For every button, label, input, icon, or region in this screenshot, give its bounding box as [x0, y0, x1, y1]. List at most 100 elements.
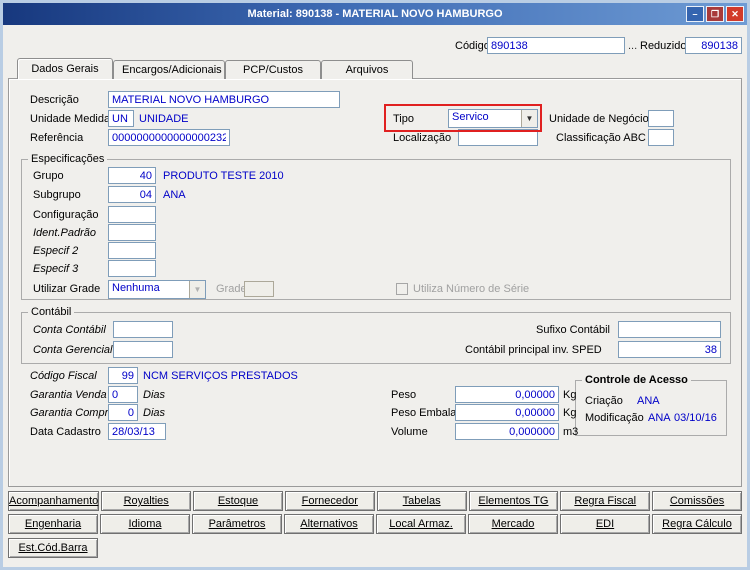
garantia-venda-input[interactable]: [108, 386, 138, 403]
grade-label: Grade: [216, 283, 247, 295]
conta-gerencial-input[interactable]: [113, 341, 173, 358]
localizacao-input[interactable]: [458, 129, 538, 146]
conta-contabil-input[interactable]: [113, 321, 173, 338]
classificacao-abc-label: Classificação ABC: [556, 132, 646, 144]
subgrupo-desc: ANA: [163, 189, 186, 201]
criacao-label: Criação: [585, 395, 623, 407]
maximize-icon[interactable]: ❐: [706, 6, 724, 22]
peso-embalagem-unit: Kg: [563, 407, 577, 419]
acompanhamento-button[interactable]: Acompanhamento: [8, 491, 100, 511]
descricao-label: Descrição: [30, 94, 79, 106]
regra-fiscal-button[interactable]: Regra Fiscal: [560, 491, 651, 511]
window-title: Material: 890138 - MATERIAL NOVO HAMBURG…: [247, 8, 503, 20]
unidade-medida-input[interactable]: [108, 110, 134, 127]
especif2-label: Especif 2: [33, 245, 79, 257]
tab-pcp-custos[interactable]: PCP/Custos: [225, 60, 321, 79]
tipo-label: Tipo: [393, 113, 414, 125]
configuracao-input[interactable]: [108, 206, 156, 223]
ident-padrao-label: Ident.Padrão: [33, 227, 96, 239]
alternativos-button[interactable]: Alternativos: [284, 514, 374, 534]
especif3-label: Especif 3: [33, 263, 79, 275]
reduzido-input[interactable]: [685, 37, 742, 54]
unidade-medida-label: Unidade Medida: [30, 113, 111, 125]
volume-label: Volume: [391, 426, 428, 438]
codigo-fiscal-desc: NCM SERVIÇOS PRESTADOS: [143, 370, 298, 382]
classificacao-abc-input[interactable]: [648, 129, 674, 146]
referencia-label: Referência: [30, 132, 84, 144]
fornecedor-button[interactable]: Fornecedor: [284, 491, 375, 511]
utilizar-grade-select[interactable]: Nenhuma ▼: [108, 280, 206, 299]
tab-encargos-adicionais[interactable]: Encargos/Adicionais: [113, 60, 225, 79]
modificacao-date: 03/10/16: [674, 412, 717, 424]
chevron-down-icon: ▼: [189, 281, 205, 298]
tabelas-button[interactable]: Tabelas: [376, 491, 467, 511]
elementos-tg-button[interactable]: Elementos TG: [468, 491, 559, 511]
garantia-venda-unit: Dias: [143, 389, 166, 401]
especif2-input[interactable]: [108, 242, 156, 259]
subgrupo-input[interactable]: [108, 186, 156, 203]
volume-input[interactable]: [455, 423, 559, 440]
contabil-sped-input[interactable]: [618, 341, 721, 358]
mercado-button[interactable]: Mercado: [468, 514, 558, 534]
utilizar-grade-label: Utilizar Grade: [33, 283, 101, 295]
engenharia-button[interactable]: Engenharia: [8, 514, 98, 534]
grupo-input[interactable]: [108, 167, 156, 184]
tipo-value: Servico: [452, 111, 489, 123]
especif3-input[interactable]: [108, 260, 156, 277]
chevron-down-icon: ▼: [521, 110, 537, 127]
browse-button[interactable]: ...: [628, 40, 637, 52]
minimize-icon[interactable]: –: [686, 6, 704, 22]
sufixo-contabil-label: Sufixo Contábil: [536, 324, 610, 336]
tab-arquivos[interactable]: Arquivos: [321, 60, 413, 79]
edi-button[interactable]: EDI: [560, 514, 650, 534]
garantia-compra-label: Garantia Compra: [30, 407, 115, 419]
criacao-value: ANA: [637, 395, 660, 407]
data-cadastro-input[interactable]: [108, 423, 166, 440]
local-armaz-button[interactable]: Local Armaz.: [376, 514, 466, 534]
peso-input[interactable]: [455, 386, 559, 403]
subgrupo-label: Subgrupo: [33, 189, 81, 201]
data-cadastro-label: Data Cadastro: [30, 426, 101, 438]
unidade-medida-desc: UNIDADE: [139, 113, 189, 125]
localizacao-label: Localização: [393, 132, 452, 144]
idioma-button[interactable]: Idioma: [100, 514, 190, 534]
button-row-1: Acompanhamento Royalties Estoque Fornece…: [8, 491, 742, 511]
close-icon[interactable]: ✕: [726, 6, 744, 22]
contabil-legend: Contábil: [31, 306, 72, 318]
codigo-fiscal-input[interactable]: [108, 367, 138, 384]
unidade-negocio-input[interactable]: [648, 110, 674, 127]
modificacao-value: ANA: [648, 412, 671, 424]
parametros-button[interactable]: Parâmetros: [192, 514, 282, 534]
est-cod-barra-button[interactable]: Est.Cód.Barra: [8, 538, 98, 558]
especificacoes-legend: Especificações: [31, 153, 105, 165]
descricao-input[interactable]: [108, 91, 340, 108]
utilizar-grade-value: Nenhuma: [112, 282, 160, 294]
client-area: Código ... Reduzido Dados Gerais Encargo…: [3, 25, 747, 567]
peso-embalagem-input[interactable]: [455, 404, 559, 421]
window-controls: – ❐ ✕: [686, 6, 744, 22]
peso-unit: Kg: [563, 389, 577, 401]
comissoes-button[interactable]: Comissões: [652, 491, 742, 511]
referencia-input[interactable]: [108, 129, 230, 146]
garantia-compra-input[interactable]: [108, 404, 138, 421]
utiliza-numero-serie-label: Utiliza Número de Série: [413, 283, 530, 295]
garantia-compra-unit: Dias: [143, 407, 166, 419]
sufixo-contabil-input[interactable]: [618, 321, 721, 338]
tipo-select[interactable]: Servico ▼: [448, 109, 538, 128]
regra-calculo-button[interactable]: Regra Cálculo: [652, 514, 742, 534]
grade-input: [244, 281, 274, 297]
volume-unit: m3: [563, 426, 579, 438]
codigo-input[interactable]: [487, 37, 625, 54]
conta-gerencial-label: Conta Gerencial: [33, 344, 113, 356]
peso-label: Peso: [391, 389, 417, 401]
tab-dados-gerais[interactable]: Dados Gerais: [17, 58, 113, 79]
ident-padrao-input[interactable]: [108, 224, 156, 241]
royalties-button[interactable]: Royalties: [101, 491, 192, 511]
configuracao-label: Configuração: [33, 209, 99, 221]
controle-acesso-legend: Controle de Acesso: [585, 374, 688, 386]
button-row-3: Est.Cód.Barra: [8, 538, 742, 558]
titlebar: Material: 890138 - MATERIAL NOVO HAMBURG…: [3, 3, 747, 25]
estoque-button[interactable]: Estoque: [193, 491, 283, 511]
modificacao-label: Modificação: [585, 412, 644, 424]
contabil-sped-label: Contábil principal inv. SPED: [465, 344, 602, 356]
